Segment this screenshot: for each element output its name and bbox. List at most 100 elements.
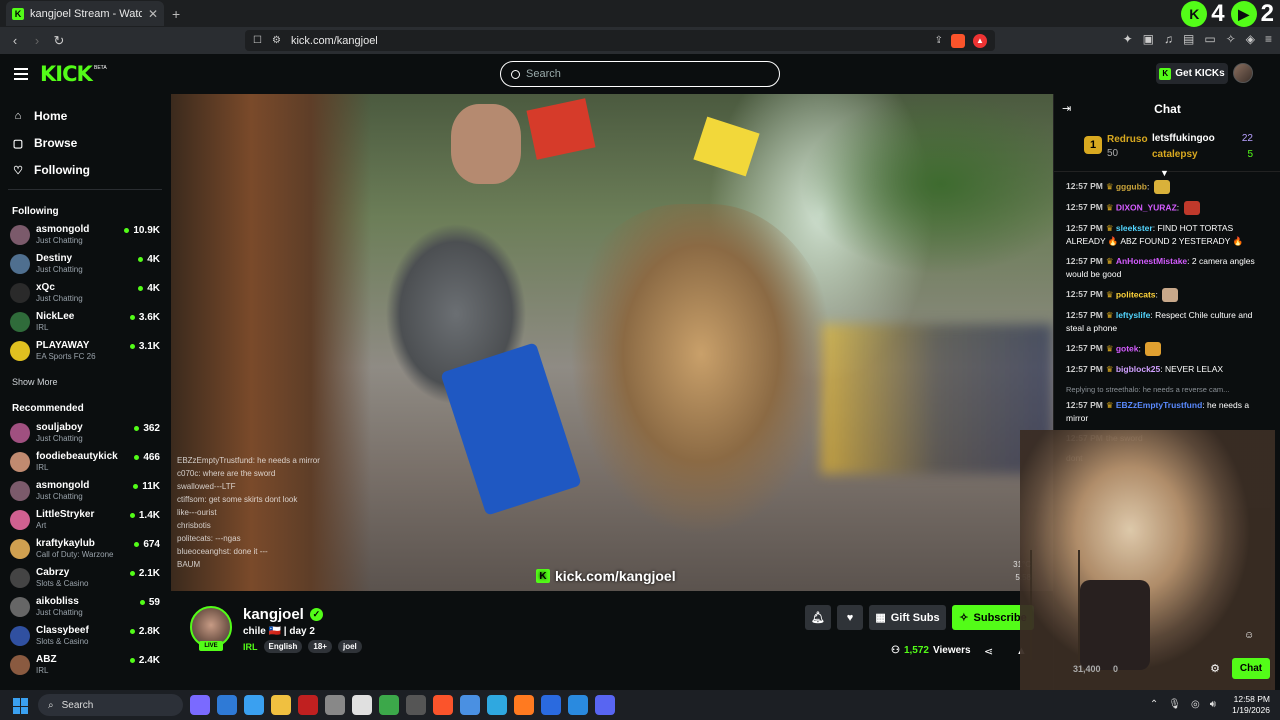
notifications-button[interactable]: 🔔︎ — [805, 605, 831, 630]
taskbar-app-icon[interactable] — [514, 695, 534, 715]
sidebar-channel[interactable]: kraftykaylub Call of Duty: Warzone 674 — [10, 536, 160, 562]
message-user[interactable]: sleekster — [1116, 223, 1153, 233]
menu-icon[interactable]: ≡ — [1265, 32, 1272, 46]
sidebar-channel[interactable]: asmongold Just Chatting 10.9K — [10, 222, 160, 248]
search-input[interactable] — [526, 68, 756, 80]
follow-button[interactable]: ♥ — [837, 605, 863, 630]
sidebar-channel[interactable]: Classybeef Slots & Casino 2.8K — [10, 623, 160, 649]
screenshot-icon[interactable]: ▣ — [1143, 32, 1154, 46]
sidebar-channel[interactable]: LittleStryker Art 1.4K — [10, 507, 160, 533]
taskbar-app-icon[interactable] — [568, 695, 588, 715]
browser-tab[interactable]: K kangjoel Stream - Watch Live ✕ — [6, 1, 164, 26]
tab-close-icon[interactable]: ✕ — [148, 7, 158, 21]
top-gifter-name[interactable]: Redruso — [1107, 134, 1148, 145]
sidebar-channel[interactable]: xQc Just Chatting 4K — [10, 280, 160, 306]
tag-custom[interactable]: joel — [337, 640, 362, 653]
pinned-arrow-icon[interactable]: ▼ — [1160, 168, 1169, 178]
network-icon[interactable]: ◎ — [1191, 699, 1200, 710]
taskbar-app-icon[interactable] — [595, 695, 615, 715]
taskbar-clock[interactable]: 12:58 PM 1/19/2026 — [1232, 694, 1270, 716]
sidebar-channel[interactable]: NickLee IRL 3.6K — [10, 309, 160, 335]
sidebar-channel[interactable]: PLAYAWAY EA Sports FC 26 3.1K — [10, 338, 160, 364]
heart-icon: ♡ — [13, 164, 23, 177]
taskbar-search[interactable]: ⌕ Search — [38, 694, 183, 716]
sidebar-channel[interactable]: ABZ IRL 2.4K — [10, 652, 160, 678]
music-icon[interactable]: ♫ — [1164, 32, 1173, 46]
send-chat-button[interactable]: Chat — [1232, 658, 1270, 679]
message-user[interactable]: gotek — [1116, 343, 1139, 353]
tag-language[interactable]: English — [263, 640, 303, 653]
sidebar-channel[interactable]: asmongold Just Chatting 11K — [10, 478, 160, 504]
channel-viewer-count: 2.8K — [138, 626, 160, 637]
search-bar[interactable] — [500, 61, 780, 87]
taskbar-app-icon[interactable] — [244, 695, 264, 715]
taskbar-app-icon[interactable] — [379, 695, 399, 715]
show-more-link[interactable]: Show More — [12, 377, 58, 387]
sidebar-channel[interactable]: foodiebeautykick IRL 466 — [10, 449, 160, 475]
chat-settings-icon[interactable]: ⚙ — [1210, 662, 1220, 675]
video-player[interactable]: EBZzEmptyTrustfund: he needs a mirror c07… — [171, 94, 1053, 591]
taskbar-app-icon[interactable] — [352, 695, 372, 715]
message-user[interactable]: AnHonestMistake — [1116, 256, 1187, 266]
taskbar-app-icon[interactable] — [190, 695, 210, 715]
hamburger-menu-icon[interactable] — [14, 68, 28, 80]
kick-logo[interactable]: KICK — [40, 62, 93, 86]
tray-chevron-icon[interactable]: ⌃ — [1150, 699, 1158, 710]
forward-icon[interactable]: › — [26, 33, 48, 48]
bookmark-icon[interactable]: ☐ — [253, 35, 262, 46]
gifter-2-name[interactable]: letsffukingoo — [1152, 133, 1215, 144]
message-user[interactable]: DIXON_YURAZ — [1116, 202, 1177, 212]
sidebar-channel[interactable]: Cabrzy Slots & Casino 2.1K — [10, 565, 160, 591]
wallet-icon[interactable]: ▭ — [1204, 32, 1215, 46]
gift-subs-button[interactable]: ▦ Gift Subs — [869, 605, 946, 630]
user-avatar[interactable] — [1233, 63, 1253, 83]
brave-shield-icon[interactable] — [951, 33, 965, 48]
streamer-name[interactable]: kangjoel — [243, 606, 304, 623]
channel-name: souljaboy — [36, 422, 83, 433]
badge-icon: ♛ — [1105, 364, 1116, 374]
taskbar-app-icon[interactable] — [433, 695, 453, 715]
taskbar-app-icon[interactable] — [217, 695, 237, 715]
microphone-icon[interactable]: 🎙︎ — [1168, 699, 1181, 710]
sidebar-channel[interactable]: aikobliss Just Chatting 59 — [10, 594, 160, 620]
nav-home[interactable]: ⌂ Home — [12, 109, 68, 123]
share-page-icon[interactable]: ⇪ — [935, 35, 943, 46]
nav-browse[interactable]: ▢ Browse — [12, 136, 78, 150]
gifter-3-name[interactable]: catalepsy — [1152, 149, 1198, 160]
reload-icon[interactable]: ↻ — [48, 33, 70, 49]
new-tab-icon[interactable]: + — [172, 6, 180, 22]
emoji-picker-icon[interactable]: ☺ — [1244, 630, 1254, 641]
url-bar[interactable]: ☐ ⚙ kick.com/kangjoel ⇪ ▲ — [245, 30, 995, 51]
taskbar-app-icon[interactable] — [271, 695, 291, 715]
get-kicks-button[interactable]: K Get KICKs — [1156, 63, 1228, 84]
extension-puzzle-icon[interactable]: ✦ — [1123, 32, 1133, 46]
sidebar-icon[interactable]: ▤ — [1183, 32, 1194, 46]
taskbar-app-icon[interactable] — [541, 695, 561, 715]
windows-start-icon[interactable] — [13, 698, 29, 714]
taskbar-app-icon[interactable] — [460, 695, 480, 715]
volume-icon[interactable]: 🔊︎ — [1210, 699, 1216, 710]
message-user[interactable]: EBZzEmptyTrustfund — [1116, 400, 1202, 410]
share-icon[interactable]: ⋖ — [984, 645, 993, 658]
ai-icon[interactable]: ✧ — [1226, 32, 1236, 46]
message-user[interactable]: leftyslife — [1116, 310, 1151, 320]
stream-category[interactable]: IRL — [243, 642, 258, 652]
site-info-icon[interactable]: ⚙ — [272, 35, 281, 46]
sidebar-channel[interactable]: souljaboy Just Chatting 362 — [10, 420, 160, 446]
tag-mature[interactable]: 18+ — [308, 640, 332, 653]
message-user[interactable]: bigblock25 — [1116, 364, 1160, 374]
message-user[interactable]: politecats — [1116, 289, 1156, 299]
message-user[interactable]: gggubb — [1116, 181, 1147, 191]
vpn-icon[interactable]: ◈ — [1246, 32, 1255, 46]
overlay-chat-line: blueoceanghst: done it --- — [177, 547, 268, 556]
taskbar-app-icon[interactable] — [298, 695, 318, 715]
taskbar-app-icon[interactable] — [487, 695, 507, 715]
sidebar-channel[interactable]: Destiny Just Chatting 4K — [10, 251, 160, 277]
channel-viewer-count: 10.9K — [133, 225, 160, 236]
nav-following[interactable]: ♡ Following — [12, 163, 90, 177]
following-section-title: Following — [12, 206, 59, 217]
taskbar-app-icon[interactable] — [325, 695, 345, 715]
back-icon[interactable]: ‹ — [4, 33, 26, 48]
taskbar-app-icon[interactable] — [406, 695, 426, 715]
rewards-icon[interactable]: ▲ — [973, 33, 987, 48]
